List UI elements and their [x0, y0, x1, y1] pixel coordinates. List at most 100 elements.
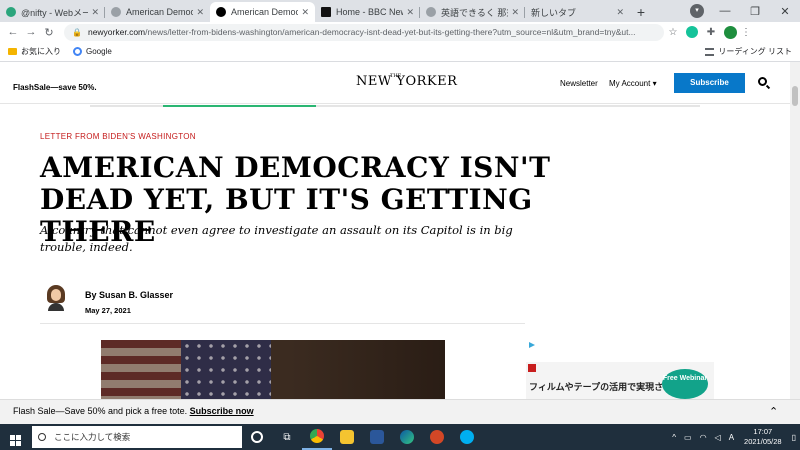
search-icon[interactable] — [758, 77, 767, 86]
ad-choices-icon[interactable] — [529, 342, 535, 348]
cortana-button[interactable] — [242, 424, 272, 450]
flash-sale-banner: Flash Sale—Save 50% and pick a free tote… — [0, 399, 800, 424]
close-window-button[interactable]: ✕ — [770, 5, 800, 18]
promo-text: Flash Sale—Save 50% and pick a free tote… — [13, 406, 188, 416]
address-bar[interactable]: 🔒 newyorker.com/news/letter-from-bidens-… — [64, 23, 664, 41]
ad-webinar-badge[interactable]: Free Webinar — [662, 369, 708, 399]
edge-icon — [400, 430, 414, 444]
taskbar-explorer[interactable] — [332, 424, 362, 450]
close-icon[interactable]: ✕ — [91, 7, 99, 18]
bookmark-star-icon[interactable]: ☆ — [664, 27, 682, 38]
circle-icon — [251, 431, 263, 443]
notifications-icon[interactable]: ▯ — [792, 433, 796, 442]
reading-progress-bar — [163, 105, 316, 107]
windows-taskbar: ここに入力して検索 ⧉ ^ ▭ ◠ ◁ A 17:07 2021/05/28 ▯ — [0, 424, 800, 450]
url-path: /news/letter-from-bidens-washington/amer… — [145, 27, 636, 37]
flash-sale-link[interactable]: FlashSale—save 50%. — [13, 83, 97, 92]
task-view-button[interactable]: ⧉ — [272, 424, 302, 450]
folder-icon — [8, 48, 17, 55]
google-icon — [73, 47, 82, 56]
powerpoint-icon — [430, 430, 444, 444]
profile-avatar[interactable] — [724, 25, 737, 39]
taskbar-skype[interactable] — [452, 424, 482, 450]
globe-icon — [426, 7, 436, 17]
ime-mode-icon[interactable]: A — [729, 433, 734, 442]
tab-american-democracy-active[interactable]: American Democra ✕ — [210, 2, 315, 22]
chevron-up-icon[interactable]: ⌃ — [769, 405, 778, 418]
url-host: newyorker.com — [87, 27, 146, 37]
new-yorker-favicon-icon — [216, 7, 226, 17]
task-view-icon: ⧉ — [283, 431, 291, 443]
reload-button[interactable]: ↻ — [40, 26, 58, 39]
chrome-icon — [310, 429, 324, 443]
forward-button[interactable]: → — [22, 26, 40, 38]
minimize-button[interactable]: — — [710, 5, 740, 17]
window-controls: ▾ — ❐ ✕ — [690, 0, 800, 22]
newsletter-link[interactable]: Newsletter — [560, 79, 598, 88]
close-icon[interactable]: ✕ — [301, 7, 309, 18]
article-dek: A country that cannot even agree to inve… — [40, 223, 513, 254]
tab-american-democracy-1[interactable]: American Democra ✕ — [105, 2, 210, 22]
site-header: FlashSale—save 50%. THE NEW YORKER Newsl… — [0, 62, 790, 104]
subscribe-button[interactable]: Subscribe — [674, 73, 745, 93]
taskbar-word[interactable] — [362, 424, 392, 450]
taskbar-edge[interactable] — [392, 424, 422, 450]
volume-icon[interactable]: ◁ — [715, 433, 721, 442]
extensions-puzzle-icon[interactable]: ✚ — [702, 27, 720, 38]
browser-toolbar: ← → ↻ 🔒 newyorker.com/news/letter-from-b… — [0, 22, 800, 42]
taskbar-powerpoint[interactable] — [422, 424, 452, 450]
bookmark-favorites-folder[interactable]: お気に入り — [8, 46, 61, 57]
tab-search-icon[interactable]: ▾ — [690, 4, 704, 18]
page-scrollbar[interactable] — [790, 62, 800, 399]
scrollbar-thumb[interactable] — [792, 86, 798, 106]
reading-list-button[interactable]: リーディング リスト — [705, 46, 792, 57]
lock-icon[interactable]: 🔒 — [72, 28, 82, 37]
maximize-button[interactable]: ❐ — [740, 5, 770, 18]
author-avatar — [46, 285, 66, 311]
reading-list-icon — [705, 47, 715, 56]
article-rubric[interactable]: LETTER FROM BIDEN'S WASHINGTON — [40, 132, 196, 141]
byline-section: By Susan B. Glasser May 27, 2021 — [40, 282, 525, 324]
start-button[interactable] — [0, 429, 30, 446]
tray-chevron-icon[interactable]: ^ — [672, 433, 676, 442]
tab-japanese-site[interactable]: 英語できるく 那須省 ✕ — [420, 2, 525, 22]
new-tab-button[interactable]: + — [630, 2, 652, 22]
my-account-menu[interactable]: My Account ▾ — [609, 79, 657, 88]
advertiser-logo — [528, 364, 536, 372]
close-icon[interactable]: ✕ — [196, 7, 204, 18]
wifi-icon[interactable]: ◠ — [700, 433, 707, 442]
tab-new-tab[interactable]: 新しいタブ ✕ — [525, 2, 630, 22]
new-yorker-logo[interactable]: NEW YORKER — [356, 74, 457, 89]
nifty-favicon-icon — [6, 7, 16, 17]
menu-kebab-icon[interactable]: ⋮ — [737, 27, 755, 38]
caret-down-icon: ▾ — [652, 79, 657, 88]
system-tray: ^ ▭ ◠ ◁ A 17:07 2021/05/28 ▯ — [668, 427, 800, 447]
search-icon — [38, 433, 46, 441]
flag-stars — [181, 340, 271, 399]
tab-nifty[interactable]: @nifty - Webメール ✕ — [0, 2, 105, 22]
publish-date: May 27, 2021 — [85, 306, 131, 315]
close-icon[interactable]: ✕ — [406, 7, 414, 18]
tab-bbc-news[interactable]: Home - BBC News ✕ — [315, 2, 420, 22]
grammarly-extension-icon[interactable] — [686, 26, 698, 38]
word-icon — [370, 430, 384, 444]
subscribe-now-link[interactable]: Subscribe now — [190, 406, 254, 416]
close-icon[interactable]: ✕ — [616, 7, 624, 18]
network-icon[interactable]: ▭ — [684, 433, 692, 442]
tab-strip: @nifty - Webメール ✕ American Democra ✕ Ame… — [0, 0, 800, 22]
back-button[interactable]: ← — [4, 26, 22, 38]
taskbar-chrome[interactable] — [302, 424, 332, 450]
bookmarks-bar: お気に入り Google リーディング リスト — [0, 42, 800, 62]
web-page: FlashSale—save 50%. THE NEW YORKER Newsl… — [0, 62, 790, 399]
globe-icon — [111, 7, 121, 17]
taskbar-search[interactable]: ここに入力して検索 — [32, 426, 242, 448]
flag-stripes — [101, 340, 181, 399]
folder-icon — [340, 430, 354, 444]
clock[interactable]: 17:07 2021/05/28 — [744, 427, 782, 447]
close-icon[interactable]: ✕ — [511, 7, 519, 18]
hero-image — [101, 340, 445, 399]
author-byline[interactable]: By Susan B. Glasser — [85, 290, 173, 300]
windows-logo-icon — [9, 434, 21, 446]
bookmark-google[interactable]: Google — [73, 47, 112, 56]
skype-icon — [460, 430, 474, 444]
